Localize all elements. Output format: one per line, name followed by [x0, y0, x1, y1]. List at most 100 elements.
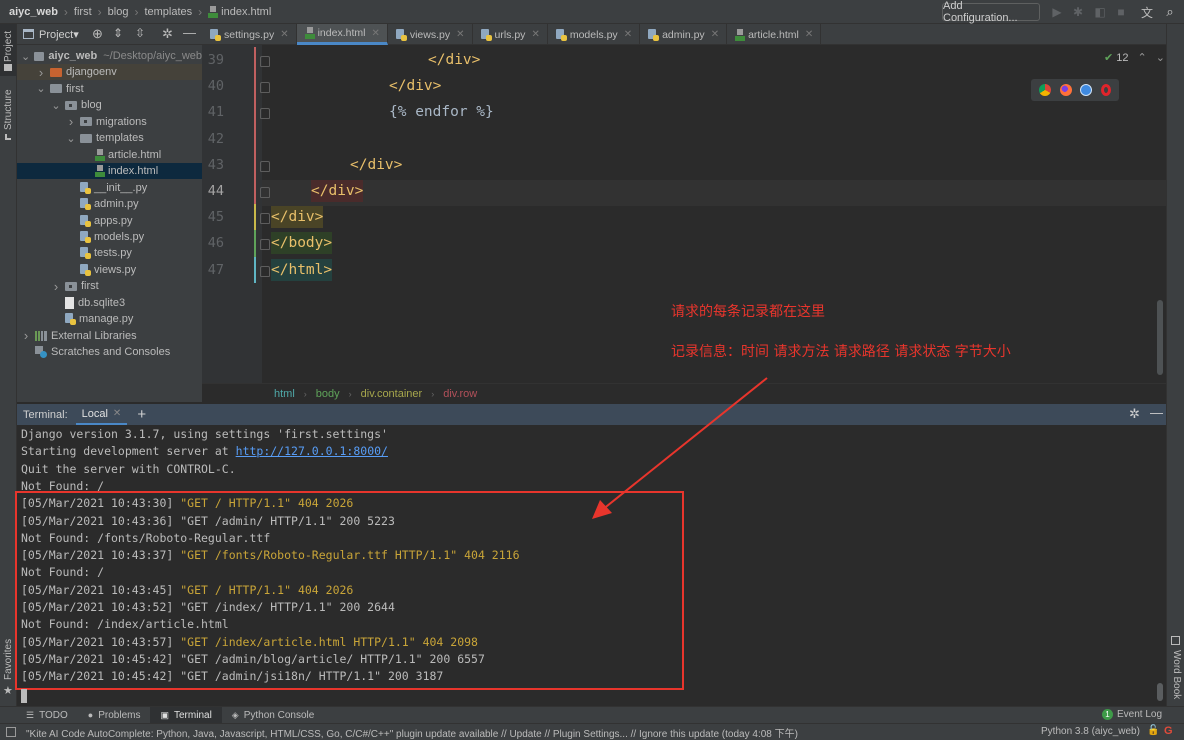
close-icon[interactable]: ✕ — [371, 28, 379, 39]
word-book-tool-button[interactable]: Word Book — [1167, 636, 1184, 706]
tree-item[interactable]: ⌄ first — [17, 81, 202, 97]
opera-icon[interactable] — [1100, 84, 1111, 96]
tag-crumb-container[interactable]: div.container — [361, 388, 423, 400]
editor-tab[interactable]: urls.py ✕ — [473, 24, 548, 45]
lock-icon[interactable]: 🔓 — [1147, 725, 1159, 736]
tree-item[interactable]: › migrations — [17, 114, 202, 130]
inspection-widget[interactable]: ✔ 12 ⌃ ⌄ — [1104, 51, 1165, 65]
tree-item[interactable]: models.py — [17, 229, 202, 245]
fold-marker-icon[interactable] — [260, 187, 270, 198]
fold-marker-icon[interactable] — [260, 213, 270, 225]
google-icon[interactable]: G — [1164, 725, 1173, 737]
favorites-tool-button[interactable]: Favorites ★ — [0, 636, 16, 700]
add-configuration-button[interactable]: Add Configuration... — [942, 0, 1040, 24]
status-toggle-icon[interactable] — [6, 727, 16, 737]
close-icon[interactable]: ✕ — [624, 29, 632, 40]
fold-marker-icon[interactable] — [260, 160, 270, 172]
tree-item[interactable]: article.html — [17, 147, 202, 163]
tree-item[interactable]: Scratches and Consoles — [17, 344, 202, 360]
hide-panel-icon[interactable]: — — [1150, 405, 1163, 420]
tool-tab-todo[interactable]: ☰ TODO — [16, 707, 78, 724]
project-tool-button[interactable]: Project — [0, 24, 16, 76]
translate-icon[interactable]: 文 — [1139, 4, 1155, 20]
tool-tab-problems[interactable]: ● Problems — [78, 707, 151, 724]
run-icon[interactable]: ▶ — [1049, 4, 1065, 20]
chevron-right-icon[interactable]: › — [51, 279, 61, 294]
chevron-right-icon[interactable]: › — [36, 65, 46, 80]
collapse-all-icon[interactable]: ⇳ — [135, 26, 145, 40]
previous-highlight-icon[interactable]: ⌃ — [1137, 51, 1146, 64]
tag-crumb-row[interactable]: div.row — [443, 388, 477, 400]
locate-icon[interactable]: ⊕ — [92, 26, 103, 42]
event-log-button[interactable]: 1 Event Log — [1102, 709, 1162, 720]
tree-item[interactable]: admin.py — [17, 196, 202, 212]
python-interpreter[interactable]: Python 3.8 (aiyc_web) — [1041, 726, 1140, 737]
tree-item[interactable]: › first — [17, 278, 202, 294]
close-icon[interactable]: ✕ — [531, 29, 539, 40]
tree-item[interactable]: apps.py — [17, 213, 202, 229]
terminal-tab-local[interactable]: Local ✕ — [75, 404, 128, 425]
firefox-icon[interactable] — [1059, 84, 1072, 96]
editor-tab[interactable]: views.py ✕ — [388, 24, 473, 45]
tag-crumb-body[interactable]: body — [316, 388, 340, 400]
tree-item[interactable]: ⌄ templates — [17, 130, 202, 146]
editor-tab[interactable]: article.html ✕ — [727, 24, 822, 45]
crumb-file[interactable]: index.html — [221, 6, 271, 18]
close-icon[interactable]: ✕ — [280, 29, 288, 40]
debug-icon[interactable]: ✱ — [1070, 4, 1086, 20]
tree-item[interactable]: db.sqlite3 — [17, 295, 202, 311]
tool-tab-python-console[interactable]: ◈ Python Console — [222, 707, 325, 724]
crumb-templates[interactable]: templates — [144, 6, 192, 18]
safari-icon[interactable] — [1080, 84, 1093, 96]
fold-marker-icon[interactable] — [260, 56, 270, 67]
editor-tab[interactable]: settings.py ✕ — [202, 24, 297, 45]
close-icon[interactable]: ✕ — [711, 29, 719, 40]
stop-icon[interactable]: ■ — [1113, 4, 1129, 20]
editor-tab[interactable]: models.py ✕ — [548, 24, 641, 45]
fold-marker-icon[interactable] — [260, 108, 270, 120]
tree-item[interactable]: index.html — [17, 163, 202, 180]
terminal-scrollbar[interactable] — [1157, 683, 1163, 701]
chevron-down-icon[interactable]: ⌄ — [21, 50, 30, 63]
chevron-right-icon[interactable]: › — [66, 114, 76, 129]
chrome-icon[interactable] — [1039, 84, 1052, 96]
tree-item[interactable]: › djangoenv — [17, 64, 202, 81]
editor-tab[interactable]: admin.py ✕ — [640, 24, 728, 45]
close-icon[interactable]: ✕ — [456, 29, 464, 40]
crumb-first[interactable]: first — [74, 6, 92, 18]
crumb-project[interactable]: aiyc_web — [9, 6, 58, 18]
chevron-down-icon[interactable]: ⌄ — [51, 99, 61, 112]
chevron-down-icon[interactable]: ⌄ — [66, 132, 76, 145]
server-url-link[interactable]: http://127.0.0.1:8000/ — [236, 444, 388, 458]
fold-marker-icon[interactable] — [260, 239, 270, 251]
crumb-blog[interactable]: blog — [108, 6, 129, 18]
new-terminal-icon[interactable]: + — [137, 406, 146, 423]
close-icon[interactable]: ✕ — [805, 29, 813, 40]
tag-crumb-html[interactable]: html — [274, 388, 295, 400]
tree-item[interactable]: manage.py — [17, 311, 202, 327]
search-icon[interactable]: ⌕ — [1162, 4, 1178, 20]
status-message[interactable]: "Kite AI Code AutoComplete: Python, Java… — [26, 725, 798, 740]
close-icon[interactable]: ✕ — [113, 408, 121, 419]
tree-item[interactable]: __init__.py — [17, 180, 202, 196]
coverage-icon[interactable]: ◧ — [1092, 4, 1108, 20]
tree-item[interactable]: tests.py — [17, 245, 202, 261]
tool-tab-terminal[interactable]: ▣ Terminal — [150, 706, 222, 724]
expand-all-icon[interactable]: ⇕ — [113, 26, 123, 40]
chevron-right-icon[interactable]: › — [21, 328, 31, 343]
tree-item[interactable]: ⌄ blog — [17, 97, 202, 113]
editor-scrollbar[interactable] — [1157, 300, 1163, 375]
fold-marker-icon[interactable] — [260, 265, 270, 277]
tree-item[interactable]: › External Libraries — [17, 328, 202, 344]
tree-item[interactable]: ⌄ aiyc_web ~/Desktop/aiyc_web — [17, 48, 202, 64]
fold-marker-icon[interactable] — [260, 82, 270, 94]
hide-panel-icon[interactable]: — — [183, 25, 196, 40]
tree-item[interactable]: views.py — [17, 262, 202, 278]
project-view-dropdown[interactable]: Project▾ — [39, 28, 79, 41]
structure-tool-button[interactable]: Structure — [0, 86, 16, 148]
editor-tab[interactable]: index.html ✕ — [296, 24, 388, 45]
chevron-down-icon[interactable]: ⌄ — [36, 82, 46, 95]
code-editor[interactable]: 39 40 41 42 43 44 45 46 47 ✔ 12 ⌃ ⌄ </div> </div>… — [202, 45, 1166, 383]
next-highlight-icon[interactable]: ⌄ — [1156, 51, 1165, 64]
gear-icon[interactable]: ✲ — [162, 26, 173, 42]
